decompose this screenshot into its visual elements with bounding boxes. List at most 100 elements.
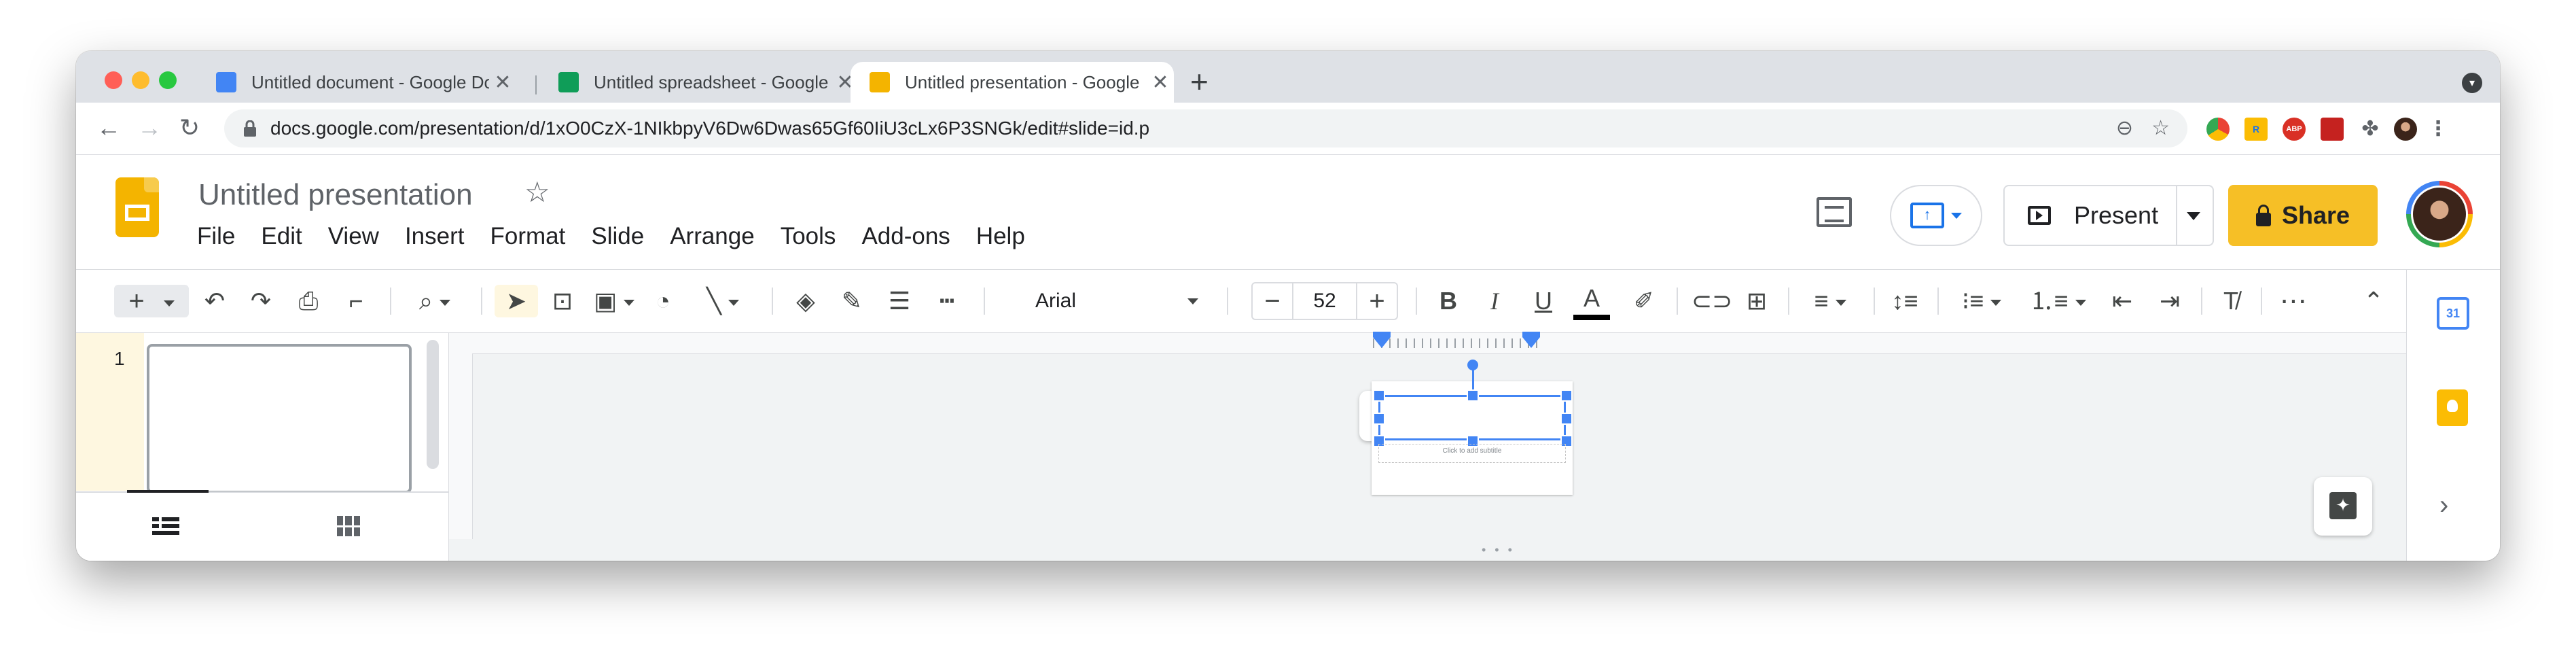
increase-indent-icon[interactable]: ⇥ [2153, 285, 2186, 317]
slides-logo-icon[interactable] [115, 177, 159, 237]
more-options-icon[interactable]: ⋯ [2274, 285, 2312, 317]
close-tab-icon[interactable]: ✕ [1147, 71, 1174, 94]
back-arrow-icon[interactable]: ← [96, 112, 121, 143]
line-icon[interactable]: ╲ [690, 285, 755, 317]
insert-image-icon[interactable]: ▣ [590, 285, 639, 317]
comment-history-icon[interactable] [1817, 197, 1852, 227]
resize-handle[interactable] [1467, 389, 1479, 402]
menu-file[interactable]: File [197, 223, 235, 250]
paint-format-icon[interactable]: ⌐ [340, 285, 372, 317]
clear-formatting-icon[interactable]: T̸ [2215, 285, 2247, 317]
star-icon[interactable]: ☆ [524, 175, 550, 209]
resize-handle[interactable] [1560, 413, 1573, 425]
title-textbox-selected[interactable] [1378, 395, 1566, 440]
text-box-icon[interactable]: ⊡ [546, 285, 579, 317]
increase-font-size-button[interactable]: + [1357, 286, 1397, 317]
present-button[interactable]: Present [2003, 185, 2214, 246]
menu-format[interactable]: Format [490, 223, 566, 250]
calendar-icon[interactable]: 31 [2437, 297, 2469, 330]
forward-arrow-icon[interactable]: → [137, 112, 162, 143]
italic-button[interactable]: I [1478, 285, 1511, 317]
shape-icon[interactable]: ◔ [647, 285, 679, 317]
print-icon[interactable]: ⎙ [292, 285, 325, 317]
reload-icon[interactable]: ↻ [179, 112, 200, 143]
insert-link-icon[interactable]: ⊂⊃ [1692, 285, 1732, 317]
zoom-out-icon[interactable]: ⊖ [2116, 116, 2133, 140]
slide-canvas[interactable]: Click to add subtitle • • • [449, 332, 2406, 561]
bulleted-list-icon[interactable]: ⁝≡ [1951, 285, 2012, 317]
chevron-right-icon[interactable]: › [2439, 490, 2448, 521]
underline-button[interactable]: U [1527, 285, 1560, 317]
filmstrip-scrollbar[interactable] [427, 340, 439, 469]
font-family-select[interactable]: Arial [1035, 285, 1205, 317]
document-title[interactable]: Untitled presentation [198, 178, 473, 212]
collapse-menus-icon[interactable]: ⌃ [2357, 285, 2390, 317]
extension-color-icon[interactable] [2206, 118, 2230, 141]
border-color-icon[interactable]: ✎ [836, 285, 868, 317]
redo-icon[interactable]: ↷ [245, 285, 277, 317]
extension-r-icon[interactable]: R [2244, 118, 2268, 141]
font-size-stepper[interactable]: − 52 + [1251, 282, 1398, 320]
numbered-list-icon[interactable]: ⒈≡ [2027, 285, 2088, 317]
resize-handle[interactable] [1373, 389, 1385, 402]
browser-menu-icon[interactable]: ⋮ [2427, 118, 2450, 141]
menu-help[interactable]: Help [976, 223, 1025, 250]
tab-docs[interactable]: Untitled document - Google Do ✕ [197, 62, 516, 103]
new-tab-button[interactable]: + [1190, 65, 1209, 99]
menu-insert[interactable]: Insert [405, 223, 465, 250]
border-dash-icon[interactable]: ┅ [931, 285, 963, 317]
adblock-plus-icon[interactable]: ABP [2283, 118, 2306, 141]
menu-tools[interactable]: Tools [781, 223, 836, 250]
fill-color-icon[interactable]: ◈ [789, 285, 822, 317]
tab-search-chevron-icon[interactable]: ▾ [2462, 73, 2482, 93]
speaker-notes-drag-handle[interactable]: • • • [1482, 543, 1515, 557]
slide[interactable]: Click to add subtitle [1372, 360, 1573, 495]
border-weight-icon[interactable]: ☰ [883, 285, 916, 317]
align-icon[interactable]: ≡ [1802, 285, 1859, 317]
add-comment-icon[interactable]: ⊞ [1740, 285, 1773, 317]
subtitle-placeholder[interactable]: Click to add subtitle [1378, 444, 1566, 463]
select-cursor-icon[interactable]: ➤ [495, 285, 538, 317]
bold-button[interactable]: B [1432, 285, 1465, 317]
bookmark-star-icon[interactable]: ☆ [2151, 116, 2170, 140]
profile-avatar[interactable] [2394, 118, 2417, 141]
meet-present-button[interactable]: ↑ [1890, 185, 1982, 246]
explore-button[interactable] [2314, 477, 2372, 536]
zoom-window-button[interactable] [159, 71, 177, 89]
slide-thumbnail[interactable] [147, 344, 412, 493]
line-spacing-icon[interactable]: ↕≡ [1887, 285, 1922, 317]
font-size-input[interactable]: 52 [1292, 283, 1357, 319]
close-tab-icon[interactable]: ✕ [489, 71, 516, 94]
highlight-color-icon[interactable]: ✐ [1628, 285, 1660, 317]
zoom-icon[interactable]: ⌕ [408, 285, 462, 317]
minimize-window-button[interactable] [132, 71, 149, 89]
menu-edit[interactable]: Edit [261, 223, 302, 250]
menu-slide[interactable]: Slide [591, 223, 644, 250]
right-indent-marker[interactable] [1522, 332, 1540, 348]
address-bar[interactable]: docs.google.com/presentation/d/1xO0CzX-1… [224, 109, 2187, 147]
resize-handle[interactable] [1560, 389, 1573, 402]
left-indent-marker[interactable] [1373, 332, 1391, 348]
account-avatar[interactable] [2406, 181, 2473, 247]
extension-grid-icon[interactable] [2321, 118, 2344, 141]
rotate-handle[interactable] [1467, 360, 1478, 370]
new-slide-button[interactable]: + [114, 285, 189, 317]
decrease-indent-icon[interactable]: ⇤ [2106, 285, 2139, 317]
tab-sheets[interactable]: Untitled spreadsheet - Google ✕ [539, 62, 859, 103]
menu-view[interactable]: View [328, 223, 379, 250]
resize-handle[interactable] [1373, 413, 1385, 425]
url-text[interactable]: docs.google.com/presentation/d/1xO0CzX-1… [270, 118, 1149, 139]
menu-arrange[interactable]: Arrange [670, 223, 755, 250]
menu-addons[interactable]: Add-ons [861, 223, 950, 250]
undo-icon[interactable]: ↶ [198, 285, 231, 317]
keep-icon[interactable] [2437, 389, 2468, 426]
close-window-button[interactable] [105, 71, 122, 89]
filmstrip-view-icon[interactable] [152, 517, 179, 535]
grid-view-icon[interactable] [337, 516, 360, 536]
tab-slides[interactable]: Untitled presentation - Google ✕ [851, 62, 1174, 103]
share-button[interactable]: Share [2228, 185, 2378, 246]
text-color-button[interactable]: A [1573, 285, 1610, 320]
extensions-puzzle-icon[interactable]: ✤ [2359, 118, 2382, 141]
decrease-font-size-button[interactable]: − [1253, 286, 1292, 317]
present-options-chevron-icon[interactable] [2187, 212, 2200, 220]
